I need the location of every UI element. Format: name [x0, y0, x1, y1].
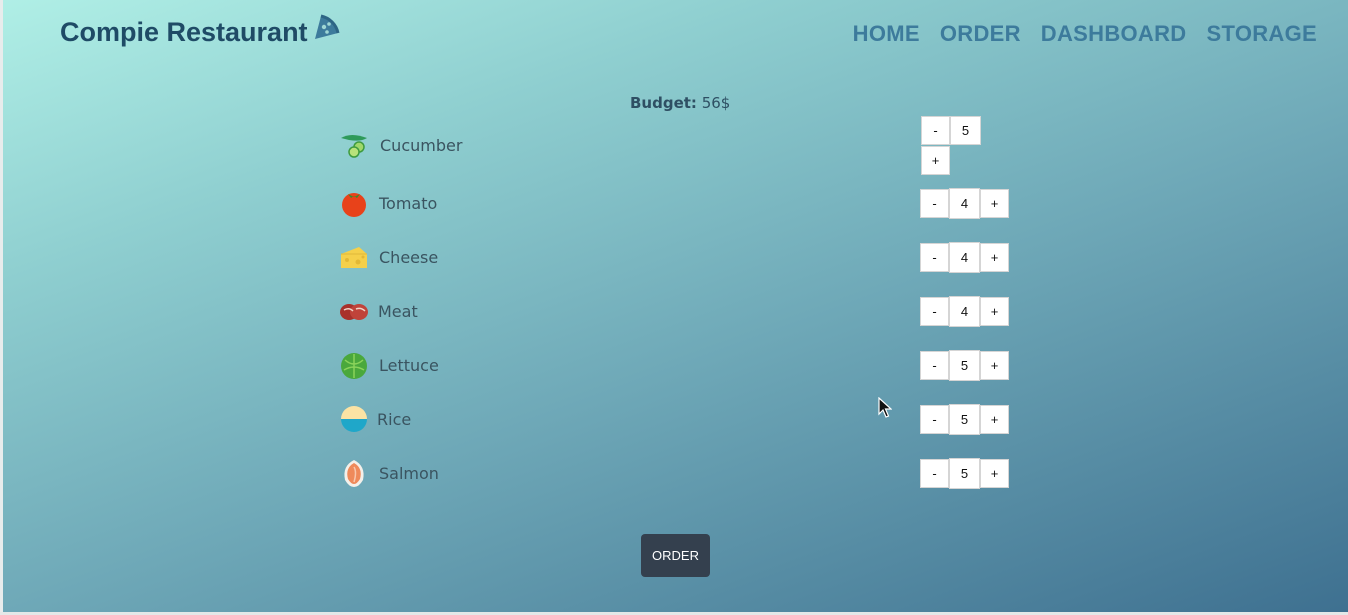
cheese-icon: [339, 242, 369, 272]
list-item: Tomato: [339, 188, 437, 218]
list-item: Rice: [339, 404, 411, 434]
quantity-value[interactable]: 5: [949, 350, 980, 381]
decrease-button[interactable]: -: [921, 116, 950, 145]
brand[interactable]: Compie Restaurant: [60, 14, 340, 48]
list-item: Cucumber: [339, 130, 462, 160]
ingredient-name: Meat: [378, 301, 418, 321]
salmon-icon: [339, 458, 369, 488]
ingredient-name: Cucumber: [380, 135, 463, 155]
ingredient-name: Tomato: [379, 193, 438, 213]
nav-storage[interactable]: STORAGE: [1207, 21, 1318, 47]
quantity-stepper: - 5 +: [920, 458, 1009, 489]
quantity-value[interactable]: 4: [949, 242, 980, 273]
increase-button[interactable]: +: [980, 459, 1009, 488]
budget-value: 56$: [701, 94, 731, 112]
lettuce-icon: [339, 350, 369, 380]
quantity-stepper: - 5 +: [921, 116, 983, 175]
list-item: Cheese: [339, 242, 438, 272]
list-item: Lettuce: [339, 350, 439, 380]
increase-button[interactable]: +: [980, 243, 1009, 272]
increase-button[interactable]: +: [980, 351, 1009, 380]
increase-button[interactable]: +: [980, 189, 1009, 218]
decrease-button[interactable]: -: [920, 297, 949, 326]
mouse-cursor-icon: [878, 396, 893, 424]
quantity-value[interactable]: 5: [949, 404, 980, 435]
increase-button[interactable]: +: [980, 405, 1009, 434]
quantity-value[interactable]: 4: [949, 296, 980, 327]
meat-icon: [339, 296, 369, 326]
quantity-stepper: - 4 +: [920, 242, 1009, 273]
quantity-value[interactable]: 5: [950, 116, 981, 145]
quantity-stepper: - 4 +: [920, 296, 1009, 327]
budget-label: Budget:: [630, 94, 697, 112]
nav-home[interactable]: HOME: [853, 21, 920, 47]
order-button[interactable]: ORDER: [641, 534, 710, 577]
decrease-button[interactable]: -: [920, 405, 949, 434]
decrease-button[interactable]: -: [920, 351, 949, 380]
cucumber-icon: [339, 130, 369, 160]
decrease-button[interactable]: -: [920, 459, 949, 488]
pizza-slice-icon: [312, 13, 340, 46]
decrease-button[interactable]: -: [920, 243, 949, 272]
increase-button[interactable]: +: [921, 146, 950, 175]
decrease-button[interactable]: -: [920, 189, 949, 218]
ingredient-name: Salmon: [379, 463, 439, 483]
quantity-stepper: - 5 +: [920, 350, 1009, 381]
brand-title: Compie Restaurant: [60, 17, 308, 47]
ingredient-name: Lettuce: [379, 355, 439, 375]
quantity-stepper: - 5 +: [920, 404, 1009, 435]
list-item: Meat: [339, 296, 418, 326]
ingredient-name: Cheese: [379, 247, 439, 267]
budget: Budget: 56$: [630, 94, 730, 112]
quantity-value[interactable]: 5: [949, 458, 980, 489]
nav-dashboard[interactable]: DASHBOARD: [1041, 21, 1187, 47]
nav-order[interactable]: ORDER: [940, 21, 1021, 47]
ingredient-name: Rice: [377, 409, 412, 429]
quantity-value[interactable]: 4: [949, 188, 980, 219]
tomato-icon: [339, 188, 369, 218]
increase-button[interactable]: +: [980, 297, 1009, 326]
list-item: Salmon: [339, 458, 439, 488]
main-nav: HOME ORDER DASHBOARD STORAGE: [853, 21, 1317, 47]
quantity-stepper: - 4 +: [920, 188, 1009, 219]
rice-icon: [339, 404, 369, 434]
window-left-edge: [0, 0, 3, 615]
